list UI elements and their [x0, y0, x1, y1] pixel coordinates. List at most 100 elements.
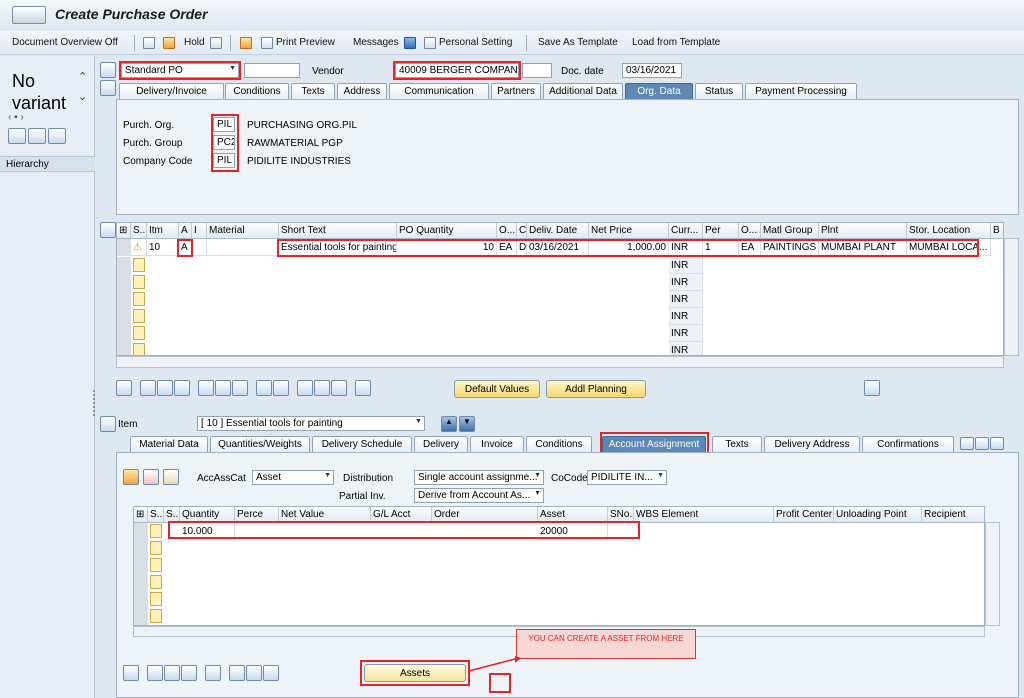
- tab-material-data[interactable]: Material Data: [130, 436, 208, 452]
- vendor-extra-field[interactable]: [522, 63, 552, 78]
- layout-icon[interactable]: [28, 128, 46, 144]
- row-selector[interactable]: [117, 325, 131, 342]
- change-display-icon[interactable]: [123, 469, 139, 485]
- other-po-icon[interactable]: [240, 37, 252, 49]
- row-selector[interactable]: [134, 540, 148, 557]
- col-deliv-date[interactable]: Deliv. Date: [527, 223, 589, 239]
- tab-delivery-schedule[interactable]: Delivery Schedule: [312, 436, 412, 452]
- tab-scroll-left-icon[interactable]: [960, 437, 974, 450]
- acc-scrollbar[interactable]: [985, 522, 1000, 626]
- cocode-select[interactable]: PIDILITE IN...: [587, 470, 667, 485]
- sweep-icon[interactable]: [163, 469, 179, 485]
- cell-currency[interactable]: INR: [669, 325, 703, 342]
- col-plant[interactable]: Plnt: [819, 223, 907, 239]
- row-selector[interactable]: [117, 291, 131, 308]
- messages-button[interactable]: Messages: [353, 37, 399, 48]
- items-hscrollbar[interactable]: [116, 356, 1004, 368]
- paste-icon[interactable]: [157, 380, 173, 396]
- cell-item[interactable]: 10: [147, 239, 179, 256]
- row-selector[interactable]: [117, 239, 131, 256]
- edit-pencil-icon[interactable]: [143, 469, 159, 485]
- accasscat-select[interactable]: Asset: [252, 470, 334, 485]
- col-short-text[interactable]: Short Text: [279, 223, 397, 239]
- select-all-icon[interactable]: ⊞: [134, 507, 148, 523]
- col-po-quantity[interactable]: PO Quantity: [397, 223, 497, 239]
- arrow-down-icon[interactable]: ▼: [459, 416, 475, 432]
- details-icon[interactable]: [116, 380, 132, 396]
- filter-icon[interactable]: [297, 380, 313, 396]
- row-selector[interactable]: [134, 591, 148, 608]
- distribution-select[interactable]: Single account assignme...: [414, 470, 544, 485]
- items-scrollbar[interactable]: [1004, 238, 1019, 356]
- status-cell[interactable]: [150, 575, 162, 589]
- load-from-template-button[interactable]: Load from Template: [632, 37, 720, 48]
- check-icon[interactable]: [210, 37, 222, 49]
- col-acct-cat[interactable]: A: [179, 223, 192, 239]
- tab-communication[interactable]: Communication: [389, 83, 489, 99]
- sum-icon[interactable]: [314, 380, 330, 396]
- save-as-template-button[interactable]: Save As Template: [538, 37, 618, 48]
- status-cell[interactable]: [150, 558, 162, 572]
- print-preview-button[interactable]: Print Preview: [276, 37, 335, 48]
- status-cell[interactable]: [150, 541, 162, 555]
- row-selector[interactable]: [117, 342, 131, 355]
- tab-texts[interactable]: Texts: [712, 436, 762, 452]
- cell-material[interactable]: [207, 239, 279, 256]
- cell-item-cat[interactable]: [192, 239, 207, 256]
- col-per[interactable]: Per: [703, 223, 739, 239]
- tab-conditions[interactable]: Conditions: [526, 436, 592, 452]
- col-recipient[interactable]: Recipient: [922, 507, 984, 523]
- row-selector[interactable]: [117, 257, 131, 274]
- cell-currency[interactable]: INR: [669, 257, 703, 274]
- tab-texts[interactable]: Texts: [291, 83, 335, 99]
- tab-delivery-invoice[interactable]: Delivery/Invoice: [119, 83, 224, 99]
- sum-icon[interactable]: [263, 665, 279, 681]
- copy-icon[interactable]: [140, 380, 156, 396]
- paste-icon[interactable]: [164, 665, 180, 681]
- tab-payment-processing[interactable]: Payment Processing: [745, 83, 857, 99]
- col-net-price[interactable]: Net Price: [589, 223, 669, 239]
- col-matl-group[interactable]: Matl Group: [761, 223, 819, 239]
- select-block-icon[interactable]: [232, 380, 248, 396]
- row-selector[interactable]: [134, 608, 148, 625]
- col-wbs-element[interactable]: WBS Element: [634, 507, 774, 523]
- arrow-up-icon[interactable]: ▲: [441, 416, 457, 432]
- delete-icon[interactable]: [181, 665, 197, 681]
- col-stor-location[interactable]: Stor. Location: [907, 223, 991, 239]
- new-document-icon[interactable]: [143, 37, 155, 49]
- info-icon[interactable]: [404, 37, 416, 49]
- col-unloading-point[interactable]: Unloading Point: [834, 507, 922, 523]
- addl-planning-button[interactable]: Addl Planning: [546, 380, 646, 398]
- row-selector[interactable]: [134, 557, 148, 574]
- status-cell[interactable]: [133, 309, 145, 323]
- tab-additional-data[interactable]: Additional Data: [543, 83, 623, 99]
- tab-partners[interactable]: Partners: [491, 83, 541, 99]
- tab-list-icon[interactable]: [990, 437, 1004, 450]
- lock-icon[interactable]: [198, 380, 214, 396]
- hierarchy-header[interactable]: Hierarchy: [0, 156, 95, 172]
- col-b[interactable]: B: [991, 223, 1003, 239]
- tab-scroll-right-icon[interactable]: [975, 437, 989, 450]
- filter-icon[interactable]: [246, 665, 262, 681]
- delete-icon[interactable]: [174, 380, 190, 396]
- chevron-down-icon[interactable]: ⌄: [78, 90, 87, 103]
- copy-icon[interactable]: [147, 665, 163, 681]
- pane-splitter[interactable]: [93, 390, 95, 416]
- details-icon[interactable]: [123, 665, 139, 681]
- personal-setting-button[interactable]: Personal Setting: [439, 37, 512, 48]
- items-toggle-icon[interactable]: [100, 222, 116, 238]
- col-opu[interactable]: O...: [739, 223, 761, 239]
- doc-date-field[interactable]: 03/16/2021: [622, 63, 682, 78]
- col-profit-center[interactable]: Profit Center: [774, 507, 834, 523]
- po-number-field[interactable]: [244, 63, 300, 78]
- row-selector[interactable]: [134, 523, 148, 540]
- col-material[interactable]: Material: [207, 223, 279, 239]
- status-cell[interactable]: [133, 258, 145, 272]
- partial-inv-select[interactable]: Derive from Account As...: [414, 488, 544, 503]
- row-selector[interactable]: [117, 274, 131, 291]
- status-cell[interactable]: [133, 326, 145, 340]
- tab-org-data[interactable]: Org. Data: [625, 83, 693, 99]
- tab-conditions[interactable]: Conditions: [225, 83, 289, 99]
- sort-asc-icon[interactable]: [273, 380, 289, 396]
- default-values-button[interactable]: Default Values: [454, 380, 540, 398]
